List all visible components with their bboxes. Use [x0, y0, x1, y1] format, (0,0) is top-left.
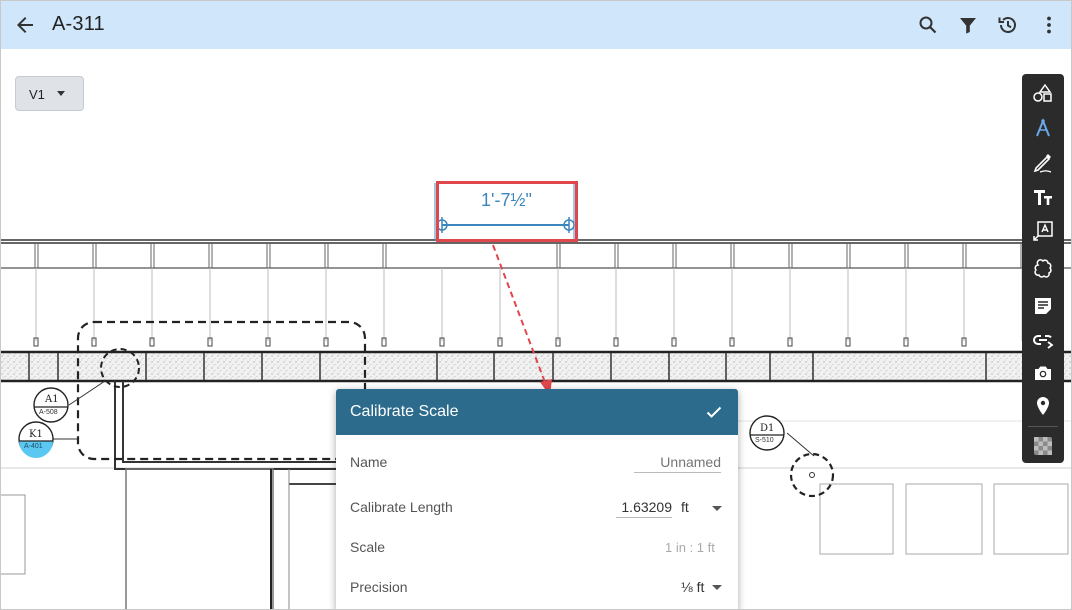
- calibrate-length-field[interactable]: [616, 496, 672, 518]
- history-icon[interactable]: [996, 13, 1020, 37]
- calibrate-length-label: Calibrate Length: [350, 499, 453, 515]
- markup-toolbar: [1022, 74, 1064, 463]
- more-vert-icon[interactable]: [1037, 13, 1061, 37]
- hatch-pattern-icon[interactable]: [1031, 434, 1055, 458]
- back-arrow-icon[interactable]: [13, 13, 37, 37]
- cloud-icon[interactable]: [1031, 257, 1055, 281]
- filter-icon[interactable]: [956, 13, 980, 37]
- callout-k1-bottom: A-401: [24, 443, 43, 450]
- callout-k1-top: K1: [29, 429, 43, 440]
- search-icon[interactable]: [916, 13, 940, 37]
- location-pin-icon[interactable]: [1031, 394, 1055, 418]
- text-box-icon[interactable]: [1031, 219, 1055, 243]
- measure-icon[interactable]: [1031, 116, 1055, 140]
- check-icon[interactable]: [704, 402, 724, 422]
- version-label: V1: [29, 87, 45, 102]
- unit-chevron-down-icon[interactable]: [712, 506, 722, 511]
- precision-dropdown[interactable]: ⅛ ft: [681, 579, 704, 595]
- top-app-bar: A-311: [1, 1, 1071, 49]
- text-icon[interactable]: [1031, 185, 1055, 209]
- scale-value: 1 in : 1 ft: [665, 540, 715, 555]
- name-field[interactable]: [634, 451, 721, 473]
- precision-label: Precision: [350, 579, 408, 595]
- callout-k1[interactable]: [18, 421, 54, 458]
- precision-chevron-down-icon[interactable]: [712, 585, 722, 590]
- dialog-header: Calibrate Scale: [336, 389, 738, 435]
- toolbar-divider: [1028, 426, 1058, 427]
- callout-a1-bottom: A-508: [39, 409, 58, 416]
- scale-label: Scale: [350, 539, 386, 555]
- name-label: Name: [350, 454, 388, 470]
- calibrate-scale-dialog: Calibrate Scale Name Calibrate Length ft…: [336, 389, 738, 609]
- callout-d1-bottom: S-510: [755, 437, 774, 444]
- callout-d1-top: D1: [760, 423, 775, 434]
- page-title: A-311: [52, 13, 105, 35]
- length-unit-dropdown[interactable]: ft: [681, 499, 689, 515]
- link-icon[interactable]: [1031, 328, 1055, 352]
- dialog-title: Calibrate Scale: [350, 403, 459, 420]
- chevron-down-icon: [57, 91, 65, 96]
- version-dropdown[interactable]: V1: [15, 76, 84, 111]
- shapes-icon[interactable]: [1031, 81, 1055, 105]
- app-root: A-311 A1 A-508 K1 A-401 D1 S-510 1'-7½" …: [0, 0, 1072, 610]
- callout-a1-top: A1: [45, 394, 59, 405]
- pen-icon[interactable]: [1031, 151, 1055, 175]
- measurement-highlight: [436, 181, 578, 242]
- camera-icon[interactable]: [1031, 361, 1055, 385]
- note-icon[interactable]: [1031, 294, 1055, 318]
